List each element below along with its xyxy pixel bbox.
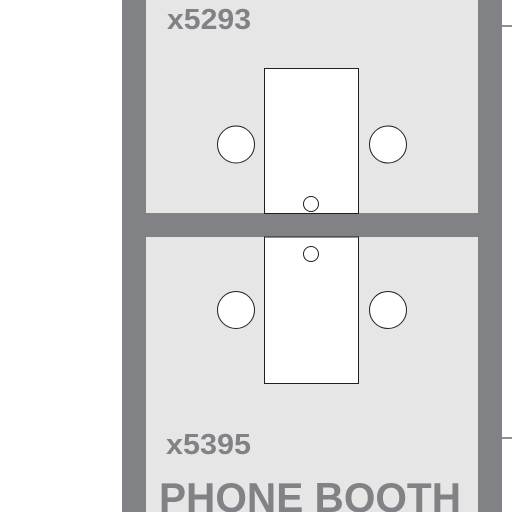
chair-icon[interactable]	[369, 291, 407, 329]
floor-plan: x5293 x5395 PHONE BOOTH	[0, 0, 512, 512]
right-wall	[478, 0, 502, 512]
room-lower-name: PHONE BOOTH	[159, 474, 461, 512]
chair-icon[interactable]	[217, 125, 255, 164]
phone-icon[interactable]	[303, 246, 319, 262]
desk-upper-part	[264, 68, 359, 214]
left-wall	[122, 0, 146, 512]
chair-icon[interactable]	[369, 125, 407, 164]
room-divider-wall	[122, 213, 502, 237]
phone-icon[interactable]	[303, 196, 319, 212]
room-lower-extension: x5395	[166, 429, 251, 461]
room-upper-extension: x5293	[167, 4, 251, 36]
chair-icon[interactable]	[217, 291, 255, 329]
